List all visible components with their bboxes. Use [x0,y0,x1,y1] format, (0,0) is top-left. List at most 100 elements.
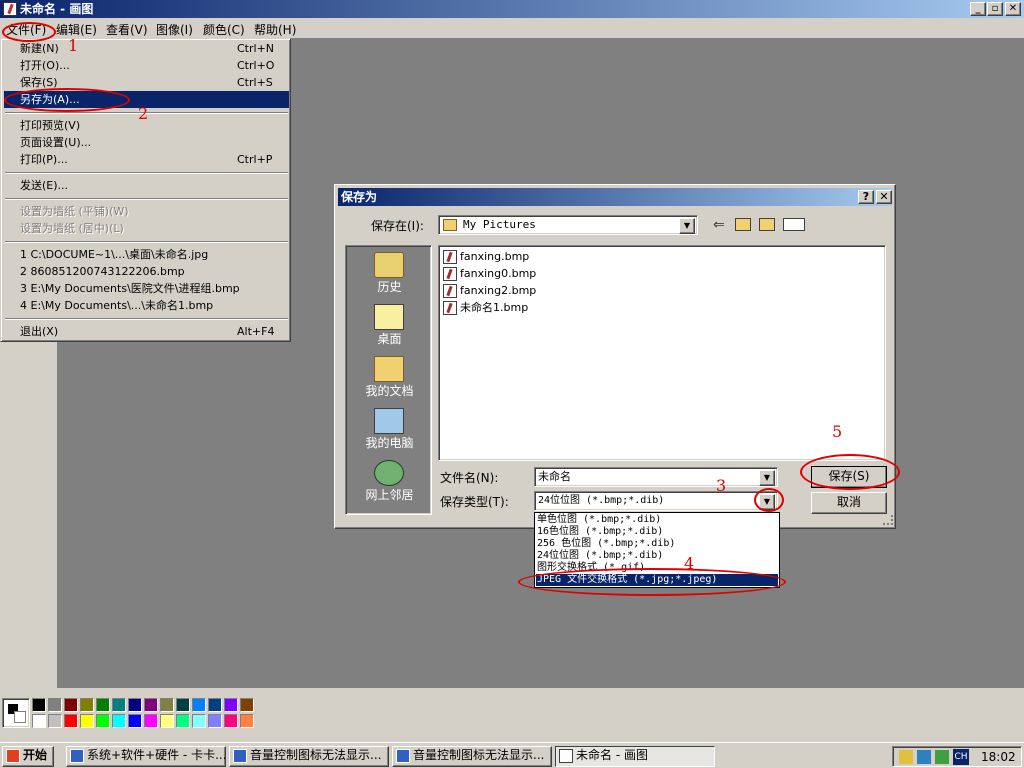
color-swatch[interactable] [208,698,222,712]
folder-icon [443,219,457,231]
color-swatch[interactable] [80,698,94,712]
color-swatch[interactable] [224,698,238,712]
file-menu-recent-1[interactable]: 1 C:\DOCUME~1\...\桌面\未命名.jpg [4,246,289,263]
menu-bar: 文件(F) 编辑(E) 查看(V) 图像(I) 颜色(C) 帮助(H) [0,18,1024,38]
window-title-bar[interactable]: 未命名 - 画图 _ ▫ ✕ [0,0,1024,18]
dialog-close-button[interactable]: ✕ [876,190,892,204]
filetype-option[interactable]: 256 色位图 (*.bmp;*.dib) [536,538,778,550]
color-swatch[interactable] [64,698,78,712]
color-swatch[interactable] [32,714,46,728]
menu-view[interactable]: 查看(V) [106,21,148,38]
color-swatch[interactable] [112,714,126,728]
color-swatch[interactable] [160,698,174,712]
volume-icon[interactable] [899,750,913,764]
file-menu-page-setup[interactable]: 页面设置(U)... [4,134,289,151]
menu-item-label: 设置为墙纸 (居中)(L) [20,222,124,235]
network-tray-icon[interactable] [917,750,931,764]
list-item[interactable]: 未命名1.bmp [443,299,528,316]
dialog-title-bar[interactable]: 保存为 ? ✕ [338,188,892,206]
color-swatch[interactable] [48,698,62,712]
file-menu-wallpaper-tile: 设置为墙纸 (平铺)(W) [4,203,289,220]
task-button-active[interactable]: 未命名 - 画图 [555,746,715,767]
color-swatch[interactable] [96,714,110,728]
close-button[interactable]: ✕ [1005,2,1021,16]
menu-item-label: 退出(X) [20,325,59,338]
annotation-2: 2 [138,104,149,123]
save-in-combo[interactable]: My Pictures ▼ [438,215,698,235]
resize-grip-icon[interactable] [883,515,893,525]
menu-colors[interactable]: 颜色(C) [203,21,245,38]
filetype-option[interactable]: 24位位图 (*.bmp;*.dib) [536,550,778,562]
color-swatch[interactable] [144,698,158,712]
place-my-computer[interactable]: 我的电脑 [346,404,433,454]
file-menu-recent-2[interactable]: 2 860851200743122206.bmp [4,263,289,280]
current-colors[interactable] [2,698,30,728]
color-swatch[interactable] [144,714,158,728]
language-indicator[interactable]: CH [953,749,969,765]
back-icon[interactable]: ⇐ [713,217,725,233]
place-desktop[interactable]: 桌面 [346,300,433,350]
filename-value: 未命名 [538,470,571,483]
file-menu-print[interactable]: 打印(P)... Ctrl+P [4,151,289,168]
new-folder-icon[interactable] [759,218,775,231]
place-history[interactable]: 历史 [346,248,433,298]
help-button[interactable]: ? [858,190,874,204]
color-swatch[interactable] [176,698,190,712]
place-my-documents[interactable]: 我的文档 [346,352,433,402]
color-swatch[interactable] [112,698,126,712]
color-swatch[interactable] [80,714,94,728]
color-swatch[interactable] [32,698,46,712]
color-swatch[interactable] [48,714,62,728]
color-swatch[interactable] [160,714,174,728]
color-swatch[interactable] [128,714,142,728]
filetype-option[interactable]: 16色位图 (*.bmp;*.dib) [536,526,778,538]
filetype-option[interactable]: 单色位图 (*.bmp;*.dib) [536,514,778,526]
place-network[interactable]: 网上邻居 [346,456,433,506]
menu-image[interactable]: 图像(I) [156,21,193,38]
chevron-down-icon[interactable]: ▼ [679,218,695,234]
color-swatch[interactable] [96,698,110,712]
annotation-circle [800,454,900,490]
menu-help[interactable]: 帮助(H) [254,21,296,38]
file-menu-new[interactable]: 新建(N) Ctrl+N [4,40,289,57]
color-swatch[interactable] [192,698,206,712]
task-button[interactable]: 音量控制图标无法显示... [392,746,552,767]
bitmap-file-icon [443,267,457,281]
color-swatch[interactable] [240,698,254,712]
file-menu-recent-3[interactable]: 3 E:\My Documents\医院文件\进程组.bmp [4,280,289,297]
file-menu-open[interactable]: 打开(O)... Ctrl+O [4,57,289,74]
system-tray: CH 18:02 [892,746,1022,767]
color-swatch[interactable] [208,714,222,728]
color-swatch[interactable] [240,714,254,728]
color-swatch[interactable] [192,714,206,728]
minimize-button[interactable]: _ [970,2,986,16]
save-in-value: My Pictures [463,218,536,231]
file-menu-send[interactable]: 发送(E)... [4,177,289,194]
list-item[interactable]: fanxing.bmp [443,248,529,265]
list-item[interactable]: fanxing2.bmp [443,282,536,299]
filename-label: 文件名(N): [440,471,499,485]
color-swatch[interactable] [64,714,78,728]
chevron-down-icon[interactable]: ▼ [759,470,775,486]
menu-item-label: 3 E:\My Documents\医院文件\进程组.bmp [20,282,240,295]
list-item[interactable]: fanxing0.bmp [443,265,536,282]
filename-input[interactable]: 未命名 ▼ [534,467,778,487]
start-button[interactable]: 开始 [2,746,54,767]
tray-icon[interactable] [935,750,949,764]
file-menu-exit[interactable]: 退出(X) Alt+F4 [4,323,289,340]
restore-button[interactable]: ▫ [987,2,1003,16]
up-folder-icon[interactable] [735,218,751,231]
color-swatch[interactable] [176,714,190,728]
filetype-select[interactable]: 24位位图 (*.bmp;*.dib) ▼ [534,491,778,511]
view-menu-icon[interactable] [783,218,805,231]
menu-item-label: 1 C:\DOCUME~1\...\桌面\未命名.jpg [20,248,209,261]
task-button[interactable]: 系统+软件+硬件 - 卡卡... [66,746,226,767]
bitmap-file-icon [443,284,457,298]
task-button[interactable]: 音量控制图标无法显示... [229,746,389,767]
color-swatch[interactable] [224,714,238,728]
color-swatch[interactable] [128,698,142,712]
file-list[interactable]: fanxing.bmp fanxing0.bmp fanxing2.bmp 未命… [438,245,886,461]
file-name: fanxing.bmp [460,250,530,263]
file-menu-recent-4[interactable]: 4 E:\My Documents\...\未命名1.bmp [4,297,289,314]
cancel-button[interactable]: 取消 [811,492,887,514]
